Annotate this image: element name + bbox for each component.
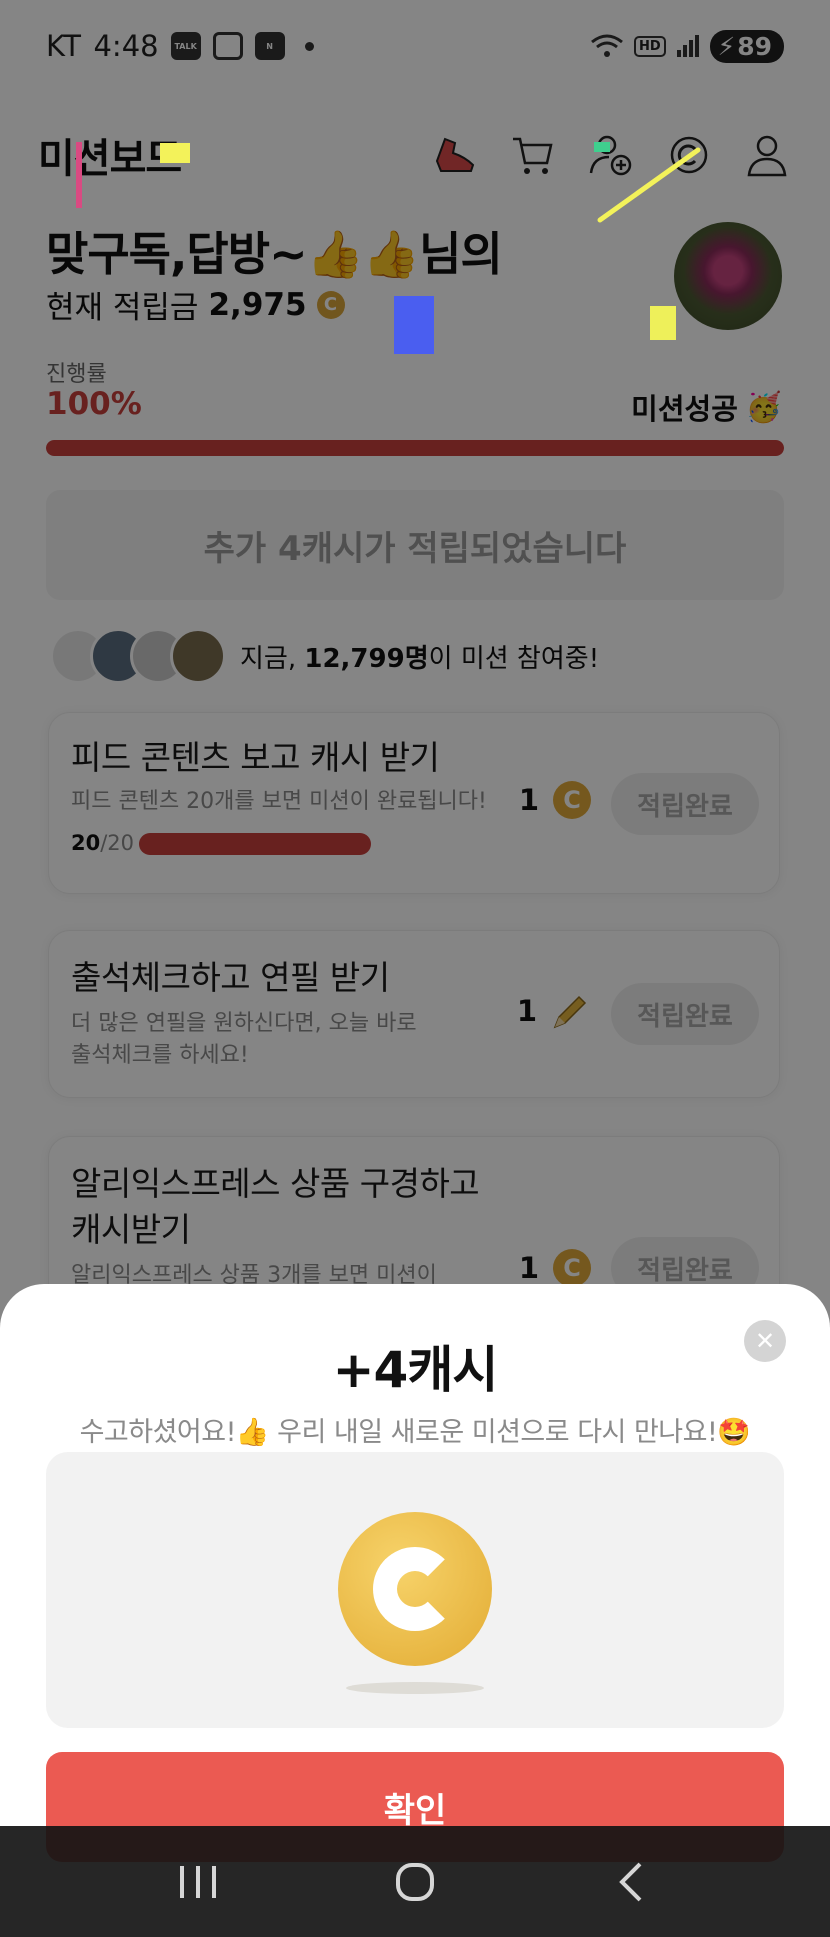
- annotation-line-yellow: [597, 147, 701, 223]
- close-icon[interactable]: ✕: [744, 1320, 786, 1362]
- coin-shadow: [346, 1682, 484, 1694]
- home-button[interactable]: [375, 1842, 455, 1922]
- coin-illustration-box: [46, 1452, 784, 1728]
- home-icon: [395, 1862, 434, 1901]
- annotation-mark-pink: [76, 142, 82, 208]
- system-navigation-bar: [0, 1826, 830, 1937]
- sheet-message: 수고하셨어요!👍 우리 내일 새로운 미션으로 다시 만나요!🤩: [79, 1417, 751, 1448]
- sheet-title: +4캐시: [332, 1341, 499, 1399]
- annotation-mark-yellow: [160, 143, 190, 163]
- back-icon: [618, 1862, 642, 1901]
- recent-apps-icon: [180, 1865, 217, 1898]
- recent-apps-button[interactable]: [158, 1842, 238, 1922]
- back-button[interactable]: [592, 1842, 672, 1922]
- coin-letter-c: [373, 1547, 457, 1631]
- annotation-mark-yellow-2: [650, 306, 676, 340]
- annotation-mark-blue: [394, 296, 434, 354]
- big-coin-icon: [338, 1512, 492, 1666]
